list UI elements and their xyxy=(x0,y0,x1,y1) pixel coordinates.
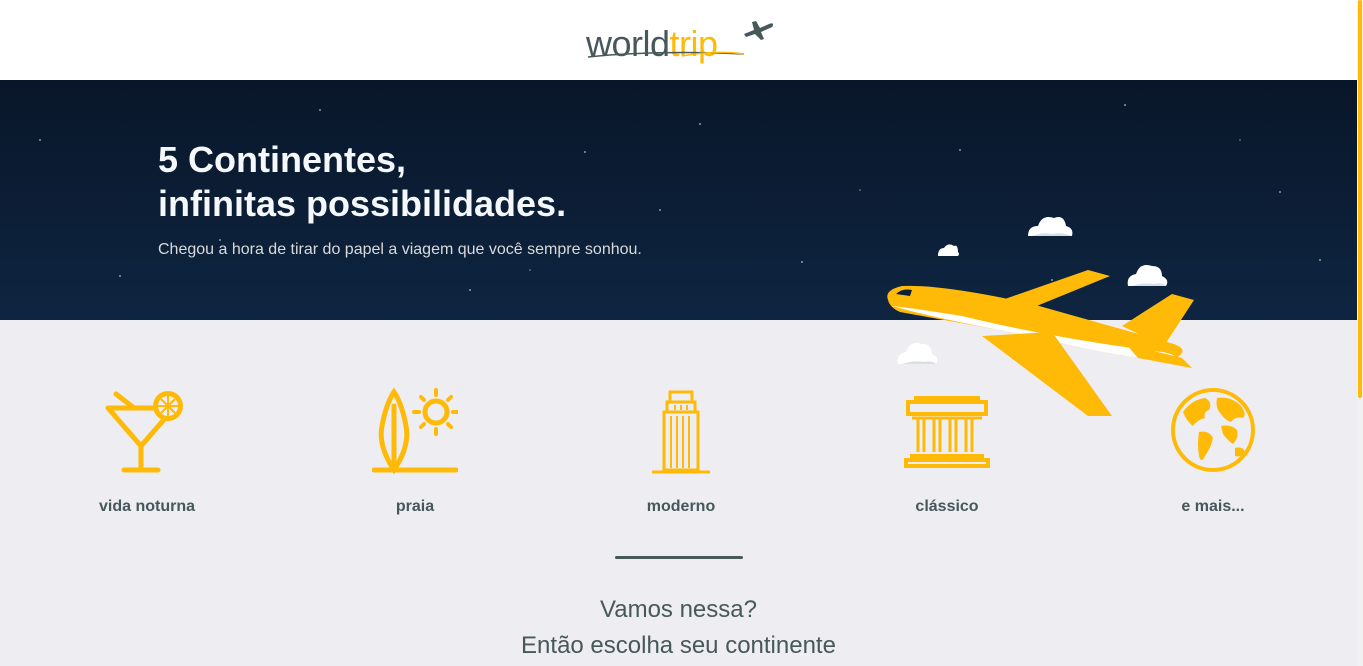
category-label: e mais... xyxy=(1181,498,1245,515)
worldtrip-logo[interactable]: worldtrip xyxy=(586,14,776,66)
category-moderno[interactable]: moderno xyxy=(596,386,766,536)
cta-line2: Então escolha seu continente xyxy=(521,632,836,659)
logo-swoosh xyxy=(587,51,745,58)
hero-title-line2: infinitas possibilidades. xyxy=(158,183,567,224)
hero-title: 5 Continentes, infinitas possibilidades. xyxy=(158,138,566,226)
cta-line1: Vamos nessa? xyxy=(600,596,757,623)
airplane-illustration xyxy=(887,217,1194,416)
category-label: praia xyxy=(395,498,435,515)
category-label: moderno xyxy=(646,498,716,515)
surfboard-sun-icon xyxy=(372,387,458,474)
hero-subtitle: Chegou a hora de tirar do papel a viagem… xyxy=(158,241,642,258)
header: worldtrip xyxy=(0,0,1363,80)
scrollbar-thumb[interactable] xyxy=(1358,0,1362,398)
section-divider xyxy=(615,556,743,559)
category-praia[interactable]: praia xyxy=(330,386,500,536)
skyscraper-icon xyxy=(652,390,710,474)
cocktail-icon xyxy=(105,391,183,473)
hero-banner: 5 Continentes, infinitas possibilidades.… xyxy=(0,80,1357,416)
category-label: clássico xyxy=(915,498,979,515)
category-vida-noturna[interactable]: vida noturna xyxy=(62,386,232,536)
category-label: vida noturna xyxy=(98,498,195,515)
airplane-icon xyxy=(744,21,773,40)
hero-title-line1: 5 Continentes, xyxy=(158,139,407,180)
